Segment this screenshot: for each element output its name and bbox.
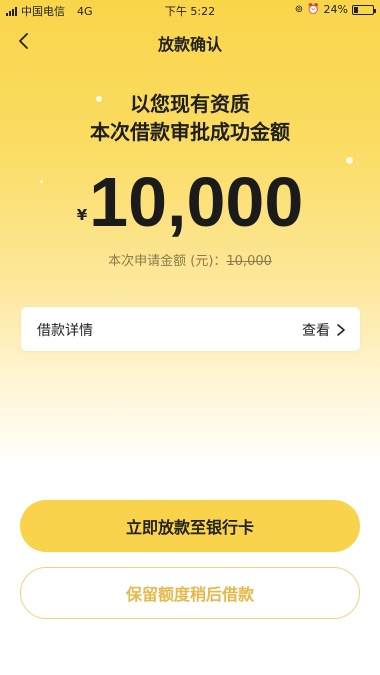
approval-headline: 以您现有资质 本次借款审批成功金额	[0, 90, 380, 146]
status-right: ⊚ ⏰ 24%	[294, 3, 376, 16]
applied-amount-label: 本次申请金额 (元)：	[108, 254, 227, 269]
view-details-link[interactable]: 查看	[302, 320, 346, 340]
headline-line-2: 本次借款审批成功金额	[90, 120, 290, 144]
battery-icon	[352, 4, 376, 15]
orientation-lock-icon: ⊚	[294, 4, 304, 15]
navigation-bar: 放款确认	[0, 22, 380, 60]
view-details-label: 查看	[302, 323, 330, 339]
status-bar: 中国电信 4G 下午 5:22 ⊚ ⏰ 24%	[0, 0, 380, 20]
loan-details-row[interactable]: 借款详情 查看	[21, 307, 360, 351]
applied-amount-line: 本次申请金额 (元)：10,000	[0, 250, 380, 269]
keep-credit-borrow-later-button[interactable]: 保留额度稍后借款	[20, 567, 360, 619]
battery-level	[354, 6, 359, 13]
battery-percent: 24%	[323, 3, 348, 16]
approved-amount: ¥10,000	[0, 162, 380, 242]
applied-amount-value: 10,000	[226, 254, 272, 269]
currency-symbol: ¥	[76, 206, 88, 224]
loan-details-label: 借款详情	[37, 323, 93, 339]
chevron-right-icon	[337, 324, 345, 336]
headline-line-1: 以您现有资质	[130, 92, 250, 116]
page-title: 放款确认	[157, 35, 222, 54]
alarm-icon: ⏰	[307, 4, 320, 15]
disburse-to-bank-card-button[interactable]: 立即放款至银行卡	[20, 500, 360, 552]
amount-value: 10,000	[89, 163, 304, 241]
